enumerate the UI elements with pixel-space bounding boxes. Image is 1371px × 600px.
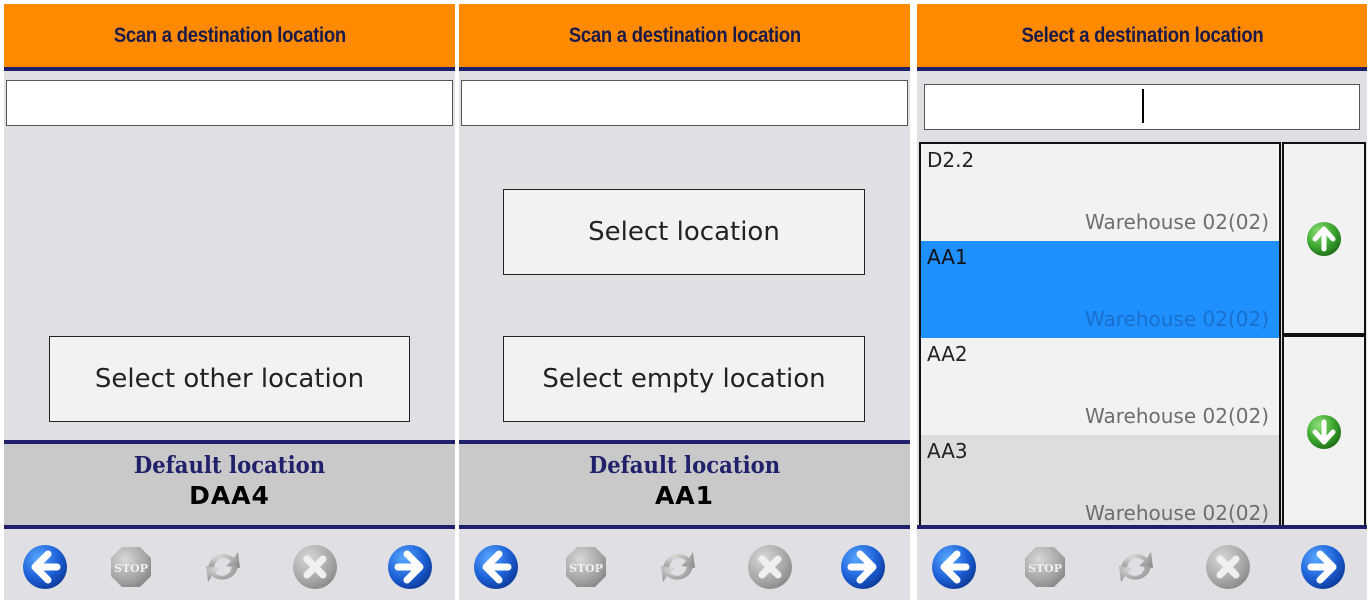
list-item[interactable]: D2.2 Warehouse 02(02) (921, 144, 1279, 241)
nav-bar: STOP (4, 529, 455, 600)
select-location-button[interactable]: Select location (503, 189, 865, 275)
location-warehouse: Warehouse 02(02) (1084, 404, 1269, 428)
page-title: Scan a destination location (568, 23, 801, 47)
location-code: AA3 (927, 439, 968, 463)
page-header: Scan a destination location (4, 4, 455, 71)
cancel-icon (293, 545, 337, 589)
panel-scan-destination-2: Scan a destination location Select locat… (459, 4, 910, 600)
default-location-value: DAA4 (189, 481, 270, 510)
location-warehouse: Warehouse 02(02) (1084, 307, 1269, 331)
location-warehouse: Warehouse 02(02) (1084, 210, 1269, 234)
scan-location-input[interactable] (461, 80, 908, 126)
svg-text:STOP: STOP (114, 562, 148, 575)
select-empty-location-button[interactable]: Select empty location (503, 336, 865, 422)
scroll-down-button[interactable] (1282, 335, 1366, 529)
scan-location-input[interactable] (6, 80, 453, 126)
page-header: Scan a destination location (459, 4, 910, 71)
back-arrow-icon[interactable] (473, 544, 519, 590)
location-list[interactable]: D2.2 Warehouse 02(02) AA1 Warehouse 02(0… (919, 142, 1281, 529)
list-item-selected[interactable]: AA1 Warehouse 02(02) (921, 241, 1279, 338)
panel-scan-destination-1: Scan a destination location Select other… (4, 4, 455, 600)
arrow-up-icon (1307, 221, 1341, 256)
panel-select-destination: Select a destination location D2.2 Wareh… (917, 4, 1367, 600)
default-location-area: Default location DAA4 (4, 440, 455, 529)
list-item[interactable]: AA2 Warehouse 02(02) (921, 338, 1279, 435)
refresh-icon (1119, 552, 1153, 582)
scroll-up-button[interactable] (1282, 142, 1366, 335)
svg-text:STOP: STOP (1028, 562, 1062, 575)
list-item[interactable]: AA3 Warehouse 02(02) (921, 435, 1279, 527)
back-arrow-icon[interactable] (22, 544, 68, 590)
forward-arrow-icon[interactable] (840, 544, 886, 590)
svg-text:STOP: STOP (569, 562, 603, 575)
stop-icon: STOP (566, 547, 606, 587)
stop-icon: STOP (1025, 547, 1065, 587)
refresh-icon (661, 552, 695, 582)
location-code: AA1 (927, 245, 968, 269)
text-cursor (1142, 89, 1144, 123)
default-location-area: Default location AA1 (459, 440, 910, 529)
select-location-label: Select location (588, 217, 780, 247)
arrow-down-icon (1307, 415, 1341, 449)
nav-bar: STOP (459, 529, 910, 600)
location-warehouse: Warehouse 02(02) (1084, 501, 1269, 525)
cancel-icon (1206, 545, 1250, 589)
location-code: D2.2 (927, 148, 975, 172)
cancel-icon (748, 545, 792, 589)
page-title: Select a destination location (1021, 23, 1263, 47)
page-title: Scan a destination location (113, 23, 346, 47)
page-header: Select a destination location (917, 4, 1367, 71)
forward-arrow-icon[interactable] (1300, 544, 1346, 590)
forward-arrow-icon[interactable] (387, 544, 433, 590)
stop-icon: STOP (111, 547, 151, 587)
refresh-icon (206, 552, 240, 582)
default-location-label: Default location (588, 452, 781, 479)
default-location-value: AA1 (654, 481, 715, 510)
select-other-location-button[interactable]: Select other location (49, 336, 410, 422)
back-arrow-icon[interactable] (931, 544, 977, 590)
nav-bar: STOP (917, 525, 1367, 600)
default-location-label: Default location (133, 452, 326, 479)
select-other-location-label: Select other location (94, 364, 365, 394)
select-empty-location-label: Select empty location (542, 364, 826, 394)
location-code: AA2 (927, 342, 968, 366)
